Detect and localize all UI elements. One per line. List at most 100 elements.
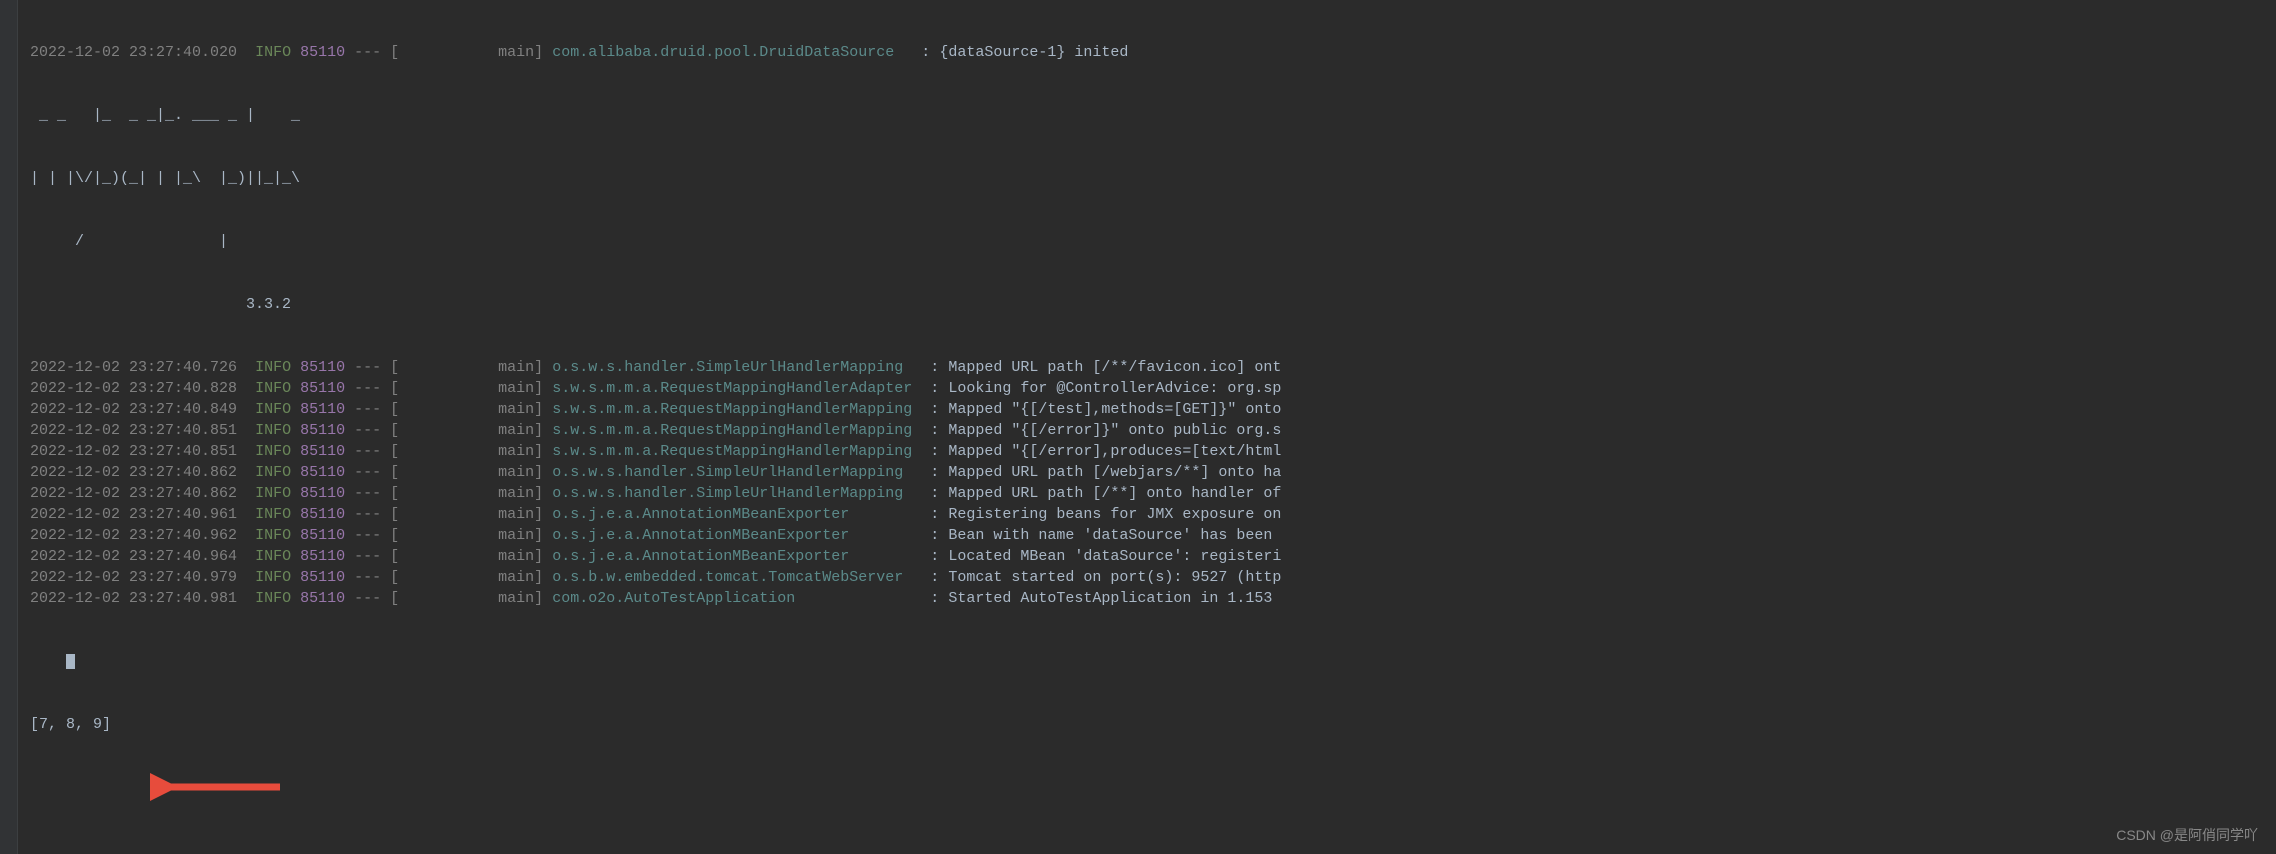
ascii-art-line: / | xyxy=(30,231,2268,252)
log-timestamp: 2022-12-02 23:27:40.964 xyxy=(30,548,237,565)
log-message: Mapped URL path [/webjars/**] onto ha xyxy=(948,464,1281,481)
log-colon: : xyxy=(921,44,930,61)
log-message: Mapped URL path [/**] onto handler of xyxy=(948,485,1281,502)
log-pid: 85110 xyxy=(300,464,345,481)
log-sep: --- xyxy=(354,359,381,376)
log-thread: [ main] xyxy=(390,44,543,61)
ascii-art-line: _ _ |_ _ _|_. ___ _ | _ xyxy=(30,105,2268,126)
log-level: INFO xyxy=(255,422,291,439)
program-output: [7, 8, 9] xyxy=(30,714,2268,735)
log-colon: : xyxy=(930,359,939,376)
log-level: INFO xyxy=(255,401,291,418)
log-thread: [ main] xyxy=(390,464,543,481)
log-sep: --- xyxy=(354,464,381,481)
log-timestamp: 2022-12-02 23:27:40.962 xyxy=(30,527,237,544)
log-colon: : xyxy=(930,380,939,397)
console-cursor xyxy=(66,654,75,669)
ascii-art-line: | | |\/|_)(_| | |_\ |_)||_|_\ xyxy=(30,168,2268,189)
log-message: Tomcat started on port(s): 9527 (http xyxy=(948,569,1281,586)
log-colon: : xyxy=(930,569,939,586)
log-thread: [ main] xyxy=(390,359,543,376)
log-logger-class: s.w.s.m.m.a.RequestMappingHandlerAdapter xyxy=(552,380,921,397)
log-sep: --- xyxy=(354,548,381,565)
log-level: INFO xyxy=(255,464,291,481)
log-pid: 85110 xyxy=(300,527,345,544)
log-timestamp: 2022-12-02 23:27:40.851 xyxy=(30,443,237,460)
log-timestamp: 2022-12-02 23:27:40.979 xyxy=(30,569,237,586)
log-level: INFO xyxy=(255,569,291,586)
log-level: INFO xyxy=(255,44,291,61)
log-thread: [ main] xyxy=(390,590,543,607)
log-line: 2022-12-02 23:27:40.726 INFO 85110 --- [… xyxy=(30,357,2268,378)
log-line: 2022-12-02 23:27:40.828 INFO 85110 --- [… xyxy=(30,378,2268,399)
log-line: 2022-12-02 23:27:40.849 INFO 85110 --- [… xyxy=(30,399,2268,420)
log-logger-class: o.s.w.s.handler.SimpleUrlHandlerMapping xyxy=(552,464,921,481)
log-timestamp: 2022-12-02 23:27:40.961 xyxy=(30,506,237,523)
log-pid: 85110 xyxy=(300,380,345,397)
log-pid: 85110 xyxy=(300,401,345,418)
log-level: INFO xyxy=(255,506,291,523)
log-sep: --- xyxy=(354,569,381,586)
log-logger-class: o.s.b.w.embedded.tomcat.TomcatWebServer xyxy=(552,569,921,586)
log-level: INFO xyxy=(255,527,291,544)
log-sep: --- xyxy=(354,380,381,397)
log-logger-class: o.s.w.s.handler.SimpleUrlHandlerMapping xyxy=(552,359,921,376)
editor-gutter xyxy=(0,0,18,854)
log-thread: [ main] xyxy=(390,443,543,460)
log-line: 2022-12-02 23:27:40.981 INFO 85110 --- [… xyxy=(30,588,2268,609)
log-timestamp: 2022-12-02 23:27:40.862 xyxy=(30,464,237,481)
log-pid: 85110 xyxy=(300,590,345,607)
log-body: 2022-12-02 23:27:40.726 INFO 85110 --- [… xyxy=(30,357,2268,609)
log-message: Started AutoTestApplication in 1.153 xyxy=(948,590,1281,607)
log-colon: : xyxy=(930,548,939,565)
log-level: INFO xyxy=(255,485,291,502)
log-level: INFO xyxy=(255,359,291,376)
log-logger-class: com.alibaba.druid.pool.DruidDataSource xyxy=(552,44,894,61)
log-colon: : xyxy=(930,422,939,439)
log-thread: [ main] xyxy=(390,506,543,523)
mybatis-plus-version: 3.3.2 xyxy=(30,294,2268,315)
log-logger-class: o.s.j.e.a.AnnotationMBeanExporter xyxy=(552,506,921,523)
log-timestamp: 2022-12-02 23:27:40.981 xyxy=(30,590,237,607)
log-line: 2022-12-02 23:27:40.862 INFO 85110 --- [… xyxy=(30,462,2268,483)
log-logger-class: s.w.s.m.m.a.RequestMappingHandlerMapping xyxy=(552,422,921,439)
log-thread: [ main] xyxy=(390,401,543,418)
log-message: Mapped URL path [/**/favicon.ico] ont xyxy=(948,359,1281,376)
log-level: INFO xyxy=(255,380,291,397)
console-output[interactable]: 2022-12-02 23:27:40.020 INFO 85110 --- [… xyxy=(18,0,2276,854)
log-colon: : xyxy=(930,401,939,418)
log-sep: --- xyxy=(354,422,381,439)
cursor-line xyxy=(30,651,2268,672)
log-pid: 85110 xyxy=(300,359,345,376)
log-message: Looking for @ControllerAdvice: org.sp xyxy=(948,380,1281,397)
log-line: 2022-12-02 23:27:40.979 INFO 85110 --- [… xyxy=(30,567,2268,588)
log-timestamp: 2022-12-02 23:27:40.851 xyxy=(30,422,237,439)
log-logger-class: o.s.j.e.a.AnnotationMBeanExporter xyxy=(552,527,921,544)
log-sep: --- xyxy=(354,506,381,523)
log-thread: [ main] xyxy=(390,569,543,586)
log-thread: [ main] xyxy=(390,548,543,565)
log-pid: 85110 xyxy=(300,485,345,502)
log-logger-class: com.o2o.AutoTestApplication xyxy=(552,590,921,607)
log-colon: : xyxy=(930,527,939,544)
log-timestamp: 2022-12-02 23:27:40.020 xyxy=(30,44,237,61)
log-pid: 85110 xyxy=(300,422,345,439)
log-thread: [ main] xyxy=(390,422,543,439)
log-line: 2022-12-02 23:27:40.964 INFO 85110 --- [… xyxy=(30,546,2268,567)
log-logger-class: s.w.s.m.m.a.RequestMappingHandlerMapping xyxy=(552,443,921,460)
log-line: 2022-12-02 23:27:40.851 INFO 85110 --- [… xyxy=(30,441,2268,462)
log-message: Mapped "{[/error]}" onto public org.s xyxy=(948,422,1281,439)
log-logger-class: o.s.j.e.a.AnnotationMBeanExporter xyxy=(552,548,921,565)
log-colon: : xyxy=(930,464,939,481)
log-pid: 85110 xyxy=(300,443,345,460)
log-logger-class: s.w.s.m.m.a.RequestMappingHandlerMapping xyxy=(552,401,921,418)
log-sep: --- xyxy=(354,527,381,544)
log-message: Mapped "{[/test],methods=[GET]}" onto xyxy=(948,401,1281,418)
log-thread: [ main] xyxy=(390,485,543,502)
watermark-text: CSDN @是阿俏同学吖 xyxy=(2116,826,2258,846)
log-sep: --- xyxy=(354,590,381,607)
log-pid: 85110 xyxy=(300,506,345,523)
log-line: 2022-12-02 23:27:40.020 INFO 85110 --- [… xyxy=(30,42,2268,63)
log-level: INFO xyxy=(255,443,291,460)
log-pid: 85110 xyxy=(300,569,345,586)
